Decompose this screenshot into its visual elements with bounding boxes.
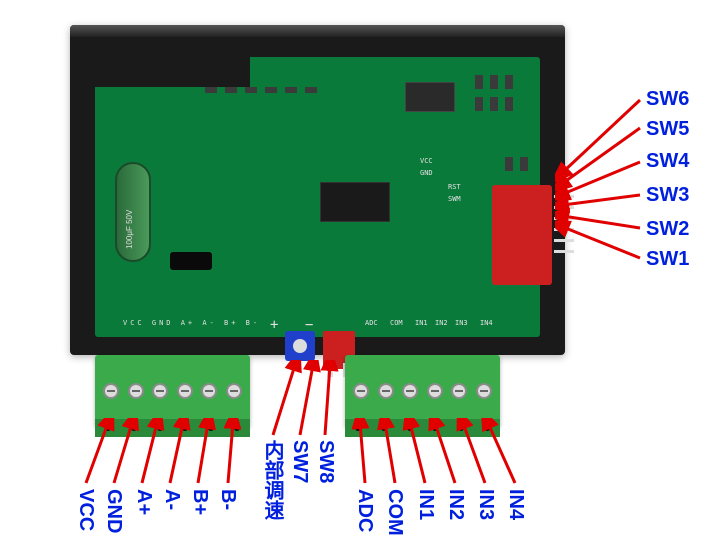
switch-pin — [554, 239, 574, 242]
pcb: 100μF 50V VCC GND RST SWM + − VCC GND A+… — [95, 57, 540, 337]
smd-component — [505, 97, 513, 111]
capacitor-rating: 100μF 50V — [125, 210, 134, 249]
electrolytic-capacitor: 100μF 50V — [115, 162, 151, 262]
heatsink-edge — [70, 25, 565, 37]
silk-in3: IN3 — [455, 319, 468, 327]
smd-component — [490, 75, 498, 89]
smd-component — [475, 75, 483, 89]
sense-resistor — [170, 252, 212, 270]
label-sw2: SW2 — [646, 218, 689, 241]
label-adc: ADC — [353, 489, 376, 532]
driver-board: 100μF 50V VCC GND RST SWM + − VCC GND A+… — [70, 25, 565, 355]
switch-pin — [554, 206, 574, 209]
smd-component — [520, 157, 528, 171]
silk-gnd: GND — [420, 169, 433, 177]
label-in2: IN2 — [444, 489, 467, 520]
smd-component — [225, 87, 237, 93]
smd-component — [505, 75, 513, 89]
dip-pin — [327, 363, 333, 377]
smd-component — [505, 157, 513, 171]
label-b-minus: B- — [216, 489, 239, 510]
label-in3: IN3 — [474, 489, 497, 520]
label-internal-speed: 内部调速 — [258, 440, 287, 520]
dip-switch-sw1-6 — [492, 185, 552, 285]
switch-pin — [554, 217, 574, 220]
terminal-screw — [103, 383, 119, 399]
label-in4: IN4 — [504, 489, 527, 520]
silk-left-terminals: VCC GND A+ A- B+ B- — [123, 319, 260, 327]
ic-chip — [405, 82, 455, 112]
terminal-screw — [128, 383, 144, 399]
switch-pin — [554, 228, 574, 231]
smd-component — [205, 87, 217, 93]
label-a-plus: A+ — [132, 489, 155, 515]
terminal-screw — [427, 383, 443, 399]
label-vcc: VCC — [74, 489, 97, 531]
terminal-screw — [226, 383, 242, 399]
potentiometer — [285, 331, 315, 361]
label-sw3: SW3 — [646, 184, 689, 207]
terminal-block-power-motor — [95, 355, 250, 427]
smd-component — [305, 87, 317, 93]
label-sw5: SW5 — [646, 118, 689, 141]
label-sw4: SW4 — [646, 150, 689, 173]
silk-com: COM — [390, 319, 403, 327]
terminal-screw — [152, 383, 168, 399]
silk-plus: + — [270, 317, 278, 333]
mcu-chip — [320, 182, 390, 222]
smd-component — [285, 87, 297, 93]
label-sw1: SW1 — [646, 248, 689, 271]
smd-component — [245, 87, 257, 93]
terminal-block-control — [345, 355, 500, 427]
silk-rst: RST — [448, 183, 461, 191]
driver-ic-array — [95, 57, 250, 87]
label-a-minus: A- — [160, 489, 183, 510]
label-sw7: SW7 — [288, 440, 311, 483]
label-com: COM — [383, 489, 406, 536]
smd-component — [265, 87, 277, 93]
terminal-screw — [378, 383, 394, 399]
label-sw6: SW6 — [646, 88, 689, 111]
silk-swm: SWM — [448, 195, 461, 203]
silk-in4: IN4 — [480, 319, 493, 327]
label-gnd: GND — [102, 489, 125, 533]
silk-vcc: VCC — [420, 157, 433, 165]
smd-component — [490, 97, 498, 111]
switch-pin — [554, 195, 574, 198]
silk-in2: IN2 — [435, 319, 448, 327]
terminal-screw — [201, 383, 217, 399]
silk-in1: IN1 — [415, 319, 428, 327]
terminal-screw — [402, 383, 418, 399]
label-in1: IN1 — [414, 489, 437, 520]
terminal-screw — [451, 383, 467, 399]
silk-adc: ADC — [365, 319, 378, 327]
smd-component — [475, 97, 483, 111]
terminal-screw — [476, 383, 492, 399]
switch-pin — [554, 250, 574, 253]
label-sw8: SW8 — [314, 440, 337, 483]
label-b-plus: B+ — [188, 489, 211, 515]
terminal-screw — [353, 383, 369, 399]
terminal-screw — [177, 383, 193, 399]
